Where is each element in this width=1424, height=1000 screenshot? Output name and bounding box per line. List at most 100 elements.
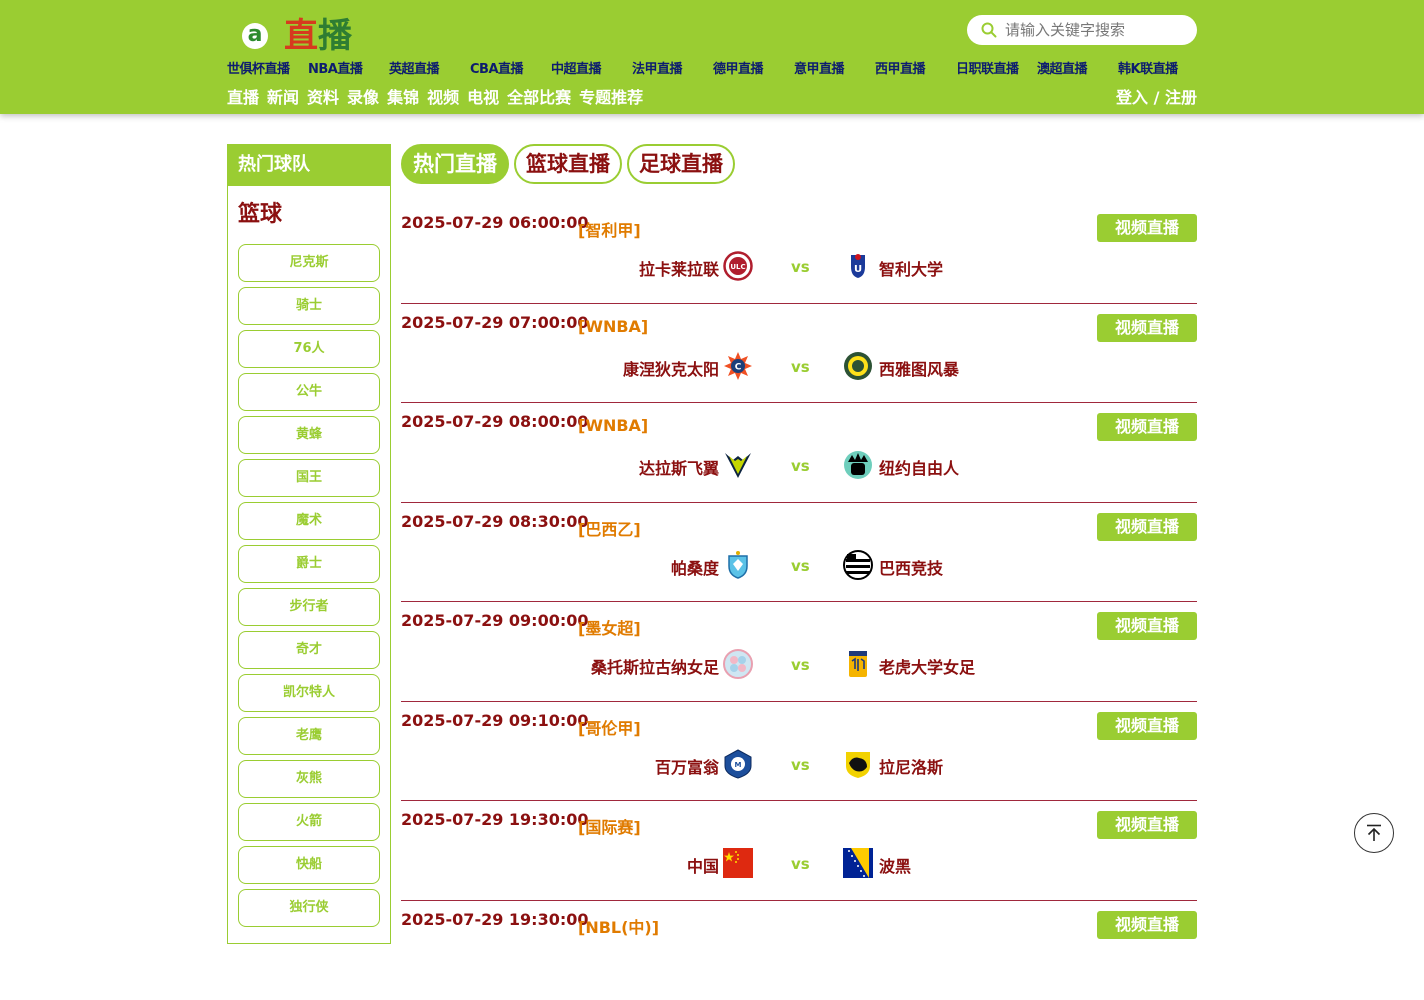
versus-label: vs [791,358,810,376]
site-logo[interactable]: a 直 播 [242,10,352,54]
team-button-wizards[interactable]: 奇才 [238,631,380,669]
versus-label: vs [791,756,810,774]
logo-text-bo: 播 [318,8,352,57]
nav-topics[interactable]: 专题推荐 [579,84,643,106]
arrow-up-icon [1364,823,1384,843]
home-team-name[interactable]: 拉卡莱拉联 [639,256,719,280]
video-live-button[interactable]: 视频直播 [1097,612,1197,640]
team-button-mavericks[interactable]: 独行侠 [238,889,380,927]
video-live-button[interactable]: 视频直播 [1097,314,1197,342]
away-team-name[interactable]: 西雅图风暴 [879,356,959,380]
home-team-name[interactable]: 帕桑度 [671,555,719,579]
nav-item-serie-a[interactable]: 意甲直播 [794,58,844,77]
team-button-grizzlies[interactable]: 灰熊 [238,760,380,798]
video-live-button[interactable]: 视频直播 [1097,911,1197,939]
universidad-de-chile-crest-icon: U [843,251,873,281]
match-row: 2025-07-29 08:00:00 [WNBA] 视频直播 达拉斯飞翼 vs… [401,403,1197,503]
team-button-rockets[interactable]: 火箭 [238,803,380,841]
svg-text:M: M [735,761,742,769]
match-row: 2025-07-29 08:30:00 [巴西乙] 视频直播 帕桑度 vs 巴西… [401,503,1197,603]
away-team-name[interactable]: 波黑 [879,853,911,877]
match-league: [哥伦甲] [578,715,641,739]
site-header: a 直 播 世俱杯直播 NBA直播 英超直播 CBA直播 中超直播 法甲直播 德… [0,0,1424,114]
team-button-celtics[interactable]: 凯尔特人 [238,674,380,712]
team-button-pacers[interactable]: 步行者 [238,588,380,626]
match-time: 2025-07-29 19:30:00 [401,810,589,829]
team-button-magic[interactable]: 魔术 [238,502,380,540]
match-time: 2025-07-29 09:00:00 [401,611,589,630]
nav-highlights[interactable]: 集锦 [387,84,419,106]
millonarios-crest-icon: M [723,749,753,779]
match-league: [WNBA] [578,416,648,435]
team-list: 尼克斯 骑士 76人 公牛 黄蜂 国王 魔术 爵士 步行者 奇才 凯尔特人 老鹰… [228,244,390,927]
nav-replays[interactable]: 录像 [347,84,379,106]
nav-item-premier-league[interactable]: 英超直播 [389,58,439,77]
nav-item-k-league[interactable]: 韩K联直播 [1118,58,1178,77]
video-live-button[interactable]: 视频直播 [1097,712,1197,740]
home-team-name[interactable]: 桑托斯拉古纳女足 [591,654,719,678]
nav-news[interactable]: 新闻 [267,84,299,106]
santos-laguna-crest-icon [723,649,753,679]
nav-item-la-liga[interactable]: 西甲直播 [875,58,925,77]
nav-item-nba[interactable]: NBA直播 [308,58,362,77]
away-team-name[interactable]: 拉尼洛斯 [879,754,943,778]
versus-label: vs [791,557,810,575]
home-team-name[interactable]: 百万富翁 [655,754,719,778]
back-to-top-button[interactable] [1354,813,1394,853]
hot-teams-sidebar: 热门球队 篮球 尼克斯 骑士 76人 公牛 黄蜂 国王 魔术 爵士 步行者 奇才… [227,144,391,944]
tab-basketball-live[interactable]: 篮球直播 [514,144,622,184]
tab-football-live[interactable]: 足球直播 [627,144,735,184]
live-tabs: 热门直播 篮球直播 足球直播 [401,144,740,184]
video-live-button[interactable]: 视频直播 [1097,513,1197,541]
nav-live[interactable]: 直播 [227,84,259,106]
nav-videos[interactable]: 视频 [427,84,459,106]
home-team-name[interactable]: 达拉斯飞翼 [639,455,719,479]
nav-item-ligue1[interactable]: 法甲直播 [632,58,682,77]
home-team-name[interactable]: 康涅狄克太阳 [623,356,719,380]
search-icon[interactable] [981,22,997,38]
register-link[interactable]: 注册 [1165,88,1197,107]
away-team-name[interactable]: 智利大学 [879,256,943,280]
team-button-clippers[interactable]: 快船 [238,846,380,884]
svg-text:U: U [854,264,862,275]
match-list: 2025-07-29 06:00:00 [智利甲] 视频直播 拉卡莱拉联 ULC… [401,204,1197,1000]
away-team-name[interactable]: 老虎大学女足 [879,654,975,678]
video-live-button[interactable]: 视频直播 [1097,413,1197,441]
video-live-button[interactable]: 视频直播 [1097,214,1197,242]
versus-label: vs [791,855,810,873]
team-button-hornets[interactable]: 黄蜂 [238,416,380,454]
logo-text-zhi: 直 [284,8,318,57]
home-team-name[interactable]: 中国 [687,853,719,877]
search-input[interactable] [1005,21,1175,39]
svg-text:ULC: ULC [730,263,745,271]
nav-item-j-league[interactable]: 日职联直播 [956,58,1019,77]
nav-data[interactable]: 资料 [307,84,339,106]
tab-hot-live[interactable]: 热门直播 [401,144,509,184]
match-row: 2025-07-29 19:30:00 [国际赛] 视频直播 中国 vs 波黑 [401,801,1197,901]
team-button-kings[interactable]: 国王 [238,459,380,497]
team-button-76ers[interactable]: 76人 [238,330,380,368]
team-button-jazz[interactable]: 爵士 [238,545,380,583]
dallas-wings-logo-icon [723,450,753,480]
video-live-button[interactable]: 视频直播 [1097,811,1197,839]
nav-tv[interactable]: 电视 [467,84,499,106]
versus-label: vs [791,258,810,276]
sidebar-title: 热门球队 [228,144,390,186]
nav-item-bundesliga[interactable]: 德甲直播 [713,58,763,77]
nav-item-a-league[interactable]: 澳超直播 [1037,58,1087,77]
team-button-cavaliers[interactable]: 骑士 [238,287,380,325]
match-league: [WNBA] [578,317,648,336]
team-button-bulls[interactable]: 公牛 [238,373,380,411]
nav-item-club-world-cup[interactable]: 世俱杯直播 [227,58,290,77]
login-link[interactable]: 登入 [1116,88,1148,107]
seattle-storm-logo-icon [843,351,873,381]
nav-all-matches[interactable]: 全部比赛 [507,84,571,106]
match-league: [国际赛] [578,814,641,838]
away-team-name[interactable]: 巴西竞技 [879,555,943,579]
nav-item-csl[interactable]: 中超直播 [551,58,601,77]
team-button-knicks[interactable]: 尼克斯 [238,244,380,282]
nav-item-cba[interactable]: CBA直播 [470,58,523,77]
away-team-name[interactable]: 纽约自由人 [879,455,959,479]
team-button-hawks[interactable]: 老鹰 [238,717,380,755]
match-row: 2025-07-29 09:00:00 [墨女超] 视频直播 桑托斯拉古纳女足 … [401,602,1197,702]
